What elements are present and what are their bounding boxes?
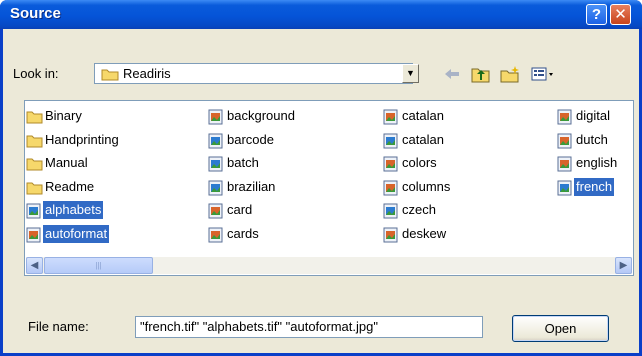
image-file-icon <box>383 156 398 177</box>
file-item-label: french <box>574 177 615 196</box>
file-item-label: card <box>227 202 253 217</box>
image-file-icon <box>208 133 223 154</box>
image-file-icon <box>208 109 223 130</box>
image-file-icon <box>208 156 223 177</box>
file-item-label: barcode <box>227 131 274 147</box>
file-item-label: dutch <box>576 131 608 147</box>
file-item-label: Binary <box>45 108 82 123</box>
folder-icon <box>26 180 43 200</box>
image-file-icon <box>557 156 572 177</box>
file-item-label: background <box>227 108 295 123</box>
scroll-right-icon[interactable]: ▶ <box>615 257 632 274</box>
folder-icon <box>26 133 43 153</box>
file-item-label: Handprinting <box>45 131 119 147</box>
image-file-icon <box>383 180 398 201</box>
title-bar: Source ? ✕ <box>0 0 642 29</box>
file-name-label: File name: <box>28 319 89 334</box>
help-button[interactable]: ? <box>586 4 607 25</box>
look-in-dropdown[interactable]: Readiris <box>94 63 413 84</box>
scroll-thumb[interactable]: ||| <box>44 257 153 274</box>
file-item-label: brazilian <box>227 178 276 194</box>
image-file-icon <box>383 109 398 130</box>
open-button[interactable]: Open <box>512 315 609 342</box>
back-arrow-icon[interactable] <box>442 65 462 83</box>
dialog-title: Source <box>10 5 61 22</box>
file-list[interactable]: french english dutch digital deskew czech colu… <box>24 100 634 276</box>
image-file-icon <box>383 133 398 154</box>
image-file-icon <box>557 109 572 130</box>
image-file-icon <box>26 227 41 248</box>
folder-icon <box>26 156 43 176</box>
file-item-label: catalan <box>402 131 444 147</box>
view-menu-icon[interactable] <box>531 65 553 83</box>
up-folder-icon[interactable] <box>471 65 491 83</box>
file-item-label: catalan <box>402 108 444 123</box>
image-file-icon <box>557 133 572 154</box>
scroll-left-icon[interactable]: ◀ <box>26 257 43 274</box>
image-file-icon <box>383 203 398 224</box>
image-file-icon <box>208 180 223 201</box>
file-item-label: batch <box>227 155 259 170</box>
close-button[interactable]: ✕ <box>610 4 631 25</box>
file-item-label: deskew <box>402 225 447 241</box>
folder-icon <box>101 67 119 84</box>
image-file-icon <box>208 203 223 224</box>
folder-icon <box>26 109 43 129</box>
look-in-label: Look in: <box>13 66 59 81</box>
file-name-field[interactable]: "french.tif" "alphabets.tif" "autoformat… <box>135 316 483 338</box>
horizontal-scrollbar[interactable]: ◀ ||| ▶ <box>26 257 632 274</box>
file-item-label: columns <box>402 178 451 194</box>
file-item-label: cards <box>227 225 259 241</box>
file-item-label: Manual <box>45 155 88 170</box>
look-in-value: Readiris <box>123 66 171 81</box>
file-item-label: alphabets <box>43 201 104 219</box>
file-item-label: czech <box>402 202 436 217</box>
file-item-label: Readme <box>45 178 95 194</box>
file-item-label: english <box>576 155 618 170</box>
chevron-down-icon[interactable]: ▼ <box>402 64 419 83</box>
file-item-label: colors <box>402 155 437 170</box>
file-item-label: autoformat <box>43 224 110 243</box>
file-item-label: digital <box>576 108 610 123</box>
new-folder-icon[interactable] <box>500 65 520 83</box>
image-file-icon <box>383 227 398 248</box>
image-file-icon <box>208 227 223 248</box>
image-file-icon <box>557 180 572 201</box>
image-file-icon <box>26 203 41 224</box>
